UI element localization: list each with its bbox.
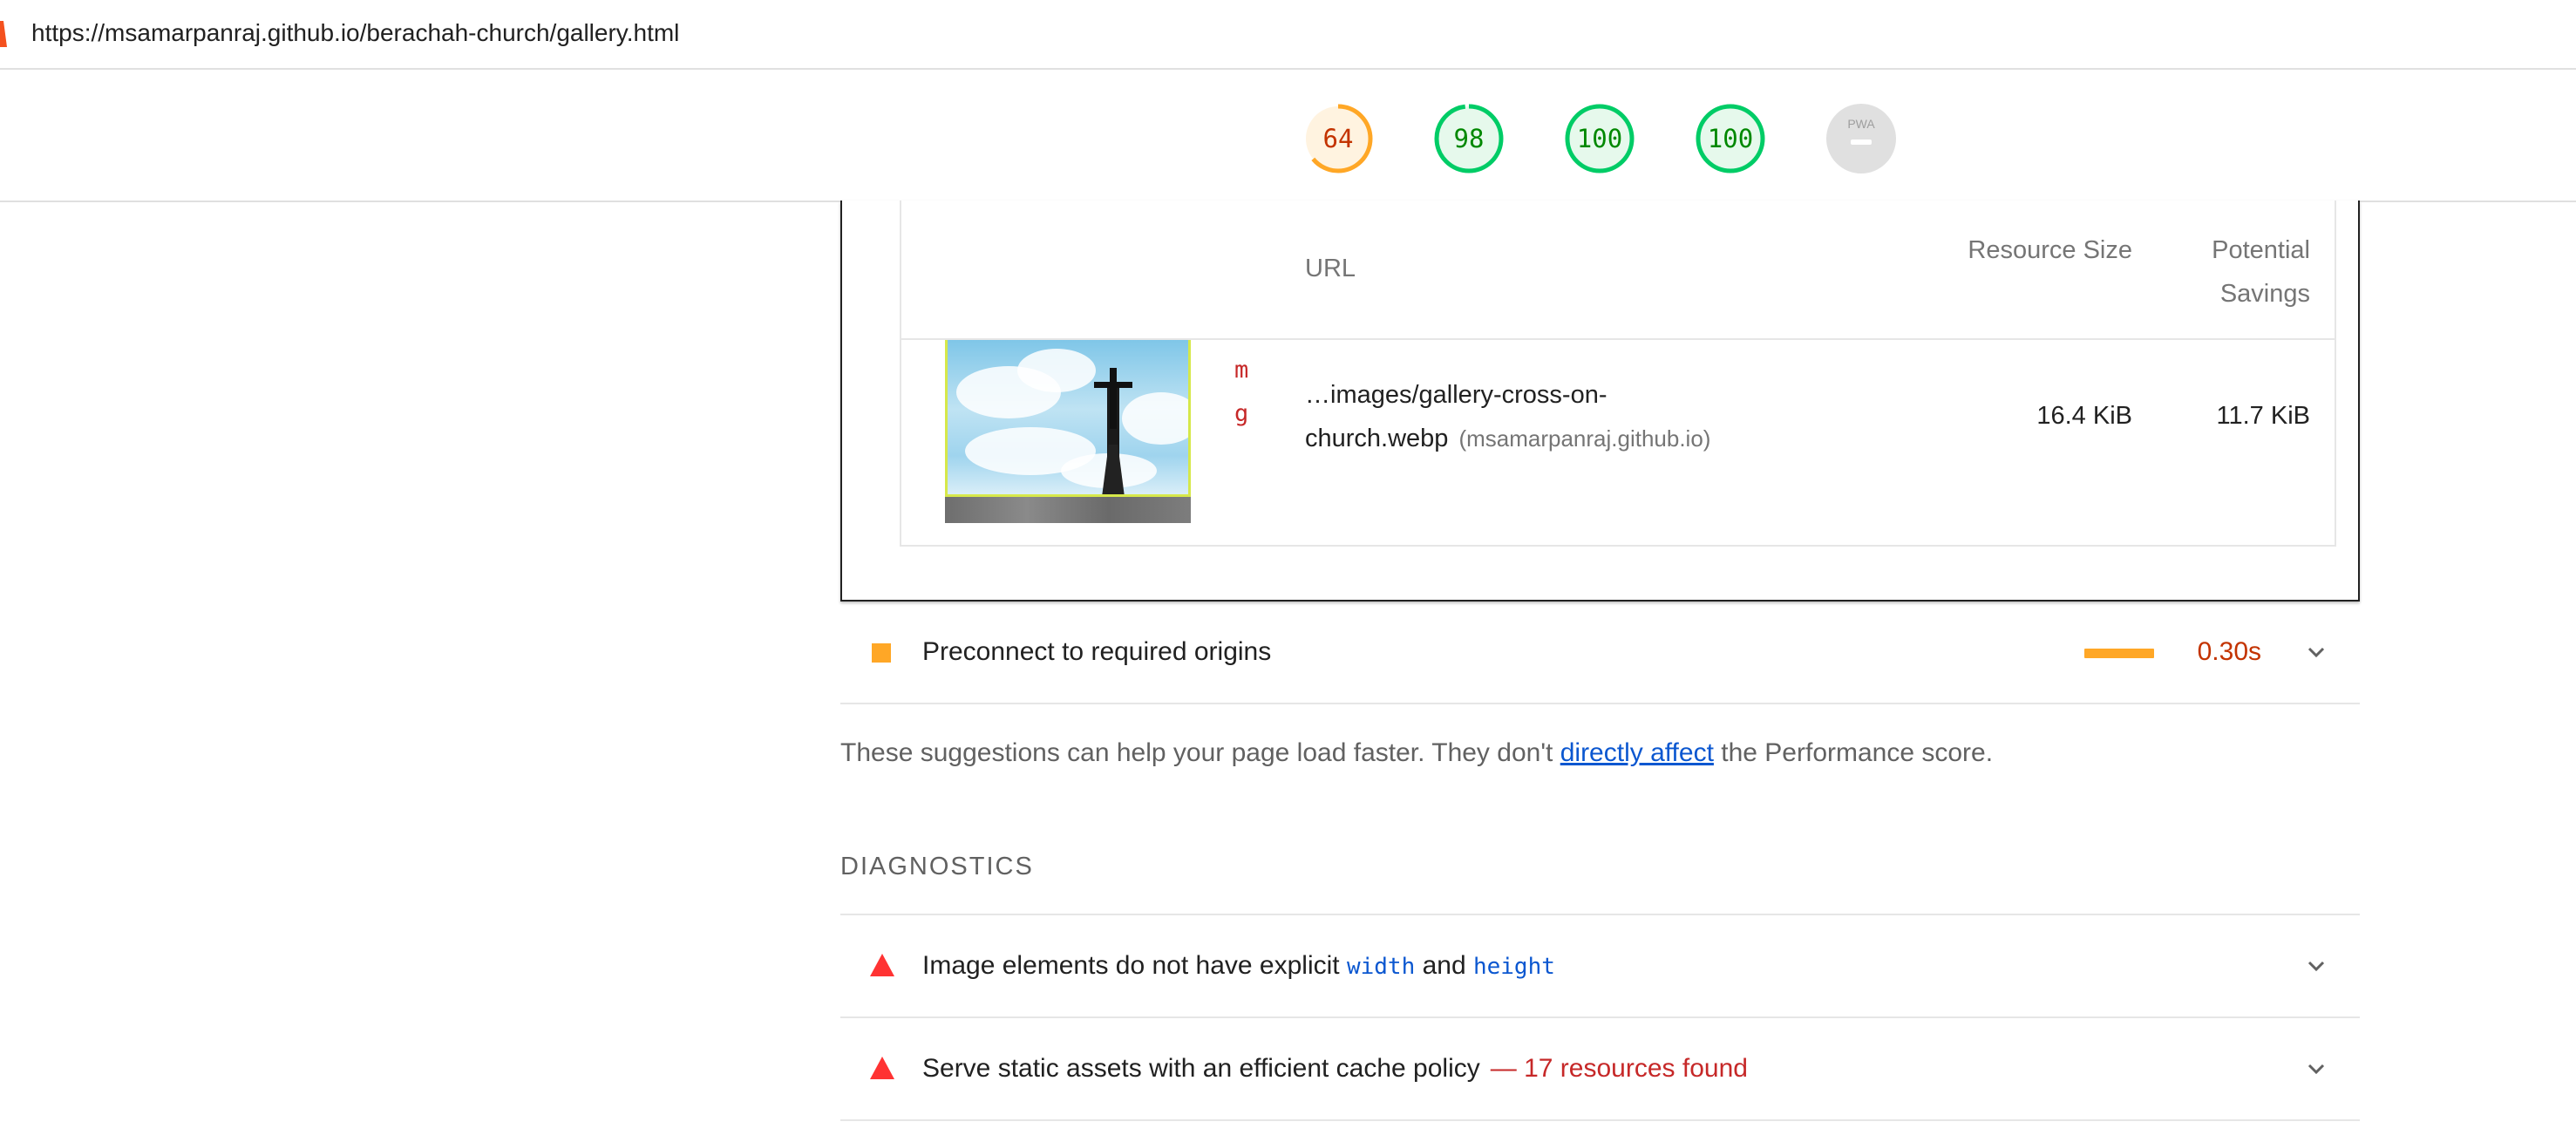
directly-affect-link[interactable]: directly affect bbox=[1560, 738, 1714, 767]
orange-square-icon bbox=[872, 643, 891, 663]
chevron-down-icon[interactable] bbox=[2304, 954, 2328, 978]
audit-title-text: Image elements do not have explicit bbox=[922, 951, 1347, 980]
audit-details-panel: URL Resource Size Potential Savings mg …… bbox=[840, 201, 2360, 602]
chevron-down-icon[interactable] bbox=[2304, 1057, 2328, 1081]
audit-title-text: Serve static assets with an efficient ca… bbox=[922, 1054, 1480, 1083]
diagnostics-heading: DIAGNOSTICS bbox=[840, 853, 1034, 880]
table-row: mg …images/gallery-cross-on-church.webp(… bbox=[901, 340, 2335, 545]
audit-title: Image elements do not have explicit widt… bbox=[922, 948, 1555, 984]
savings-value: 0.30s bbox=[2197, 637, 2261, 666]
page-url[interactable]: https://msamarpanraj.github.io/berachah-… bbox=[31, 17, 679, 49]
pwa-gauge[interactable]: PWA bbox=[1825, 103, 1897, 174]
address-bar: https://msamarpanraj.github.io/berachah-… bbox=[0, 0, 2576, 70]
ground-strip bbox=[945, 497, 1191, 523]
sky-image bbox=[945, 340, 1191, 497]
audit-unsized-images[interactable]: Image elements do not have explicit widt… bbox=[840, 915, 2360, 1018]
audit-preconnect[interactable]: Preconnect to required origins 0.30s bbox=[840, 602, 2360, 704]
table-header-row: URL Resource Size Potential Savings bbox=[901, 201, 2335, 340]
pwa-dash-icon bbox=[1851, 139, 1872, 145]
pwa-label: PWA bbox=[1847, 117, 1875, 131]
resource-url-cell[interactable]: …images/gallery-cross-on-church.webp (msa… bbox=[1305, 373, 1915, 460]
steeple-base-shape bbox=[1102, 445, 1125, 494]
column-header-potential-savings: Potential Savings bbox=[2212, 236, 2310, 308]
details-table: URL Resource Size Potential Savings mg …… bbox=[900, 201, 2336, 547]
suggestions-note: These suggestions can help your page loa… bbox=[840, 736, 2360, 771]
audit-title: Preconnect to required origins bbox=[922, 637, 1272, 666]
savings-bar bbox=[2084, 649, 2154, 658]
red-triangle-icon bbox=[870, 954, 894, 976]
lighthouse-logo-icon bbox=[0, 21, 7, 47]
column-header-resource-size: Resource Size bbox=[1968, 236, 2132, 264]
seo-score: 100 bbox=[1707, 124, 1754, 153]
audit-cache-policy[interactable]: Serve static assets with an efficient ca… bbox=[840, 1018, 2360, 1121]
chevron-down-icon[interactable] bbox=[2304, 640, 2328, 664]
resource-host: (msamarpanraj.github.io) bbox=[1458, 425, 1711, 452]
resource-size-cell: 16.4 KiB bbox=[2036, 402, 2132, 430]
suggestions-text-end: the Performance score. bbox=[1713, 738, 1994, 767]
audit-display-value: — 17 resources found bbox=[1490, 1054, 1748, 1083]
best-practices-score: 100 bbox=[1576, 124, 1623, 153]
node-snippet: mg bbox=[1234, 357, 1249, 427]
cross-icon bbox=[1110, 368, 1117, 429]
image-thumbnail bbox=[945, 340, 1191, 523]
seo-gauge[interactable]: 100 bbox=[1695, 103, 1766, 174]
code-width: width bbox=[1346, 954, 1416, 980]
audit-title-text-mid: and bbox=[1415, 951, 1473, 980]
suggestions-text: These suggestions can help your page loa… bbox=[840, 738, 1560, 767]
accessibility-score: 98 bbox=[1453, 124, 1485, 153]
performance-gauge[interactable]: 64 bbox=[1302, 103, 1374, 174]
column-header-url: URL bbox=[1305, 255, 1356, 282]
accessibility-gauge[interactable]: 98 bbox=[1433, 103, 1505, 174]
potential-savings-cell: 11.7 KiB bbox=[2216, 402, 2310, 430]
audit-title: Serve static assets with an efficient ca… bbox=[922, 1051, 1748, 1086]
score-gauges: 64 98 100 100 PWA bbox=[0, 70, 2576, 202]
red-triangle-icon bbox=[870, 1057, 894, 1079]
best-practices-gauge[interactable]: 100 bbox=[1564, 103, 1635, 174]
code-height: height bbox=[1472, 954, 1555, 980]
cross-bar-shape bbox=[1094, 382, 1132, 388]
performance-score: 64 bbox=[1322, 124, 1354, 153]
